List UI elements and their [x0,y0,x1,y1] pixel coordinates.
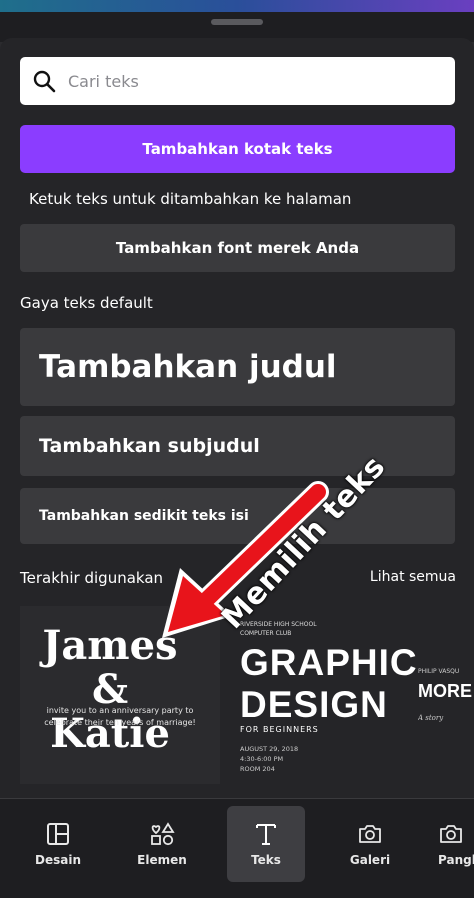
tap-hint: Ketuk teks untuk ditambahkan ke halaman [29,190,352,208]
nav-uploads-label: Pangk [438,853,474,867]
template-3-author: PHILIP VASQU [418,668,460,675]
nav-gallery[interactable]: Galeri [331,806,409,882]
text-icon [256,824,276,845]
template-2-title: GRAPHIC DESIGN [240,642,418,726]
nav-design[interactable]: Desain [19,806,97,882]
drag-handle[interactable] [211,19,263,25]
search-icon [33,70,56,93]
template-3-subtitle: A story [418,714,444,722]
add-brand-font-button[interactable]: Tambahkan font merek Anda [20,224,455,272]
nav-text[interactable]: Teks [227,806,305,882]
shapes-icon [151,822,175,846]
nav-elements-label: Elemen [137,853,187,867]
template-2-time: 4:30-6:00 PM [240,755,284,763]
template-2-date: AUGUST 29, 2018 [240,745,299,753]
nav-text-label: Teks [251,853,281,867]
nav-elements[interactable]: Elemen [123,806,201,882]
layout-icon [47,823,69,845]
template-2-details: AUGUST 29, 2018 4:30-6:00 PM ROOM 204 [240,744,298,774]
nav-design-label: Desain [35,853,81,867]
template-1-sub-line2: celebrate their ten years of marriage! [44,718,196,727]
template-2-title-line2: DESIGN [240,684,388,725]
search-input[interactable]: Cari teks [20,57,455,105]
add-text-box-button[interactable]: Tambahkan kotak teks [20,125,455,173]
recently-used-label: Terakhir digunakan [20,569,164,587]
template-1-sub-line1: invite you to an anniversary party to [46,706,194,715]
search-placeholder: Cari teks [68,71,139,91]
template-1-subtitle: invite you to an anniversary party to ce… [30,705,210,729]
recent-template-3[interactable]: PHILIP VASQU MORE A story [418,668,474,748]
nav-uploads[interactable]: Pangk [432,806,474,882]
template-2-room: ROOM 204 [240,765,275,773]
template-2-subtitle: FOR BEGINNERS [240,725,319,734]
add-heading-button[interactable]: Tambahkan judul [20,328,455,406]
nav-gallery-label: Galeri [349,853,391,867]
template-3-title: MORE [418,681,472,701]
upload-icon [440,825,462,843]
camera-icon [359,825,381,843]
default-styles-label: Gaya teks default [20,294,153,312]
top-strip [0,0,474,12]
